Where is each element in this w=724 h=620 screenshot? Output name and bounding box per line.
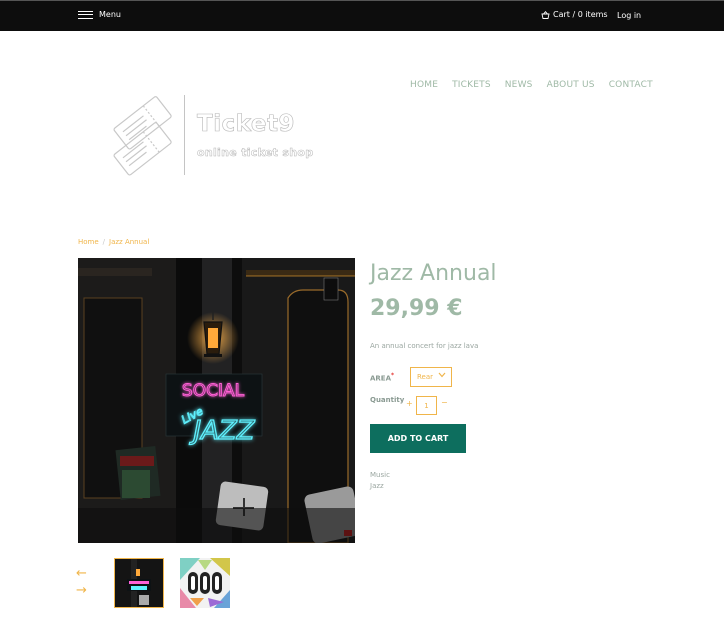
logo-title: Ticket9 — [197, 111, 295, 138]
thumbnail-neon-image — [115, 559, 163, 607]
ticket-logo-icon — [113, 96, 172, 176]
logo-divider — [184, 95, 185, 175]
gallery-next-arrow-icon[interactable]: → — [76, 584, 87, 597]
area-label: AREA* — [370, 373, 394, 382]
breadcrumb-home[interactable]: Home — [78, 238, 99, 246]
menu-label: Menu — [99, 10, 121, 19]
quantity-decrease-button[interactable]: − — [441, 398, 448, 407]
product-image[interactable]: SOCIAL Live JAZZ — [78, 258, 355, 543]
tag-jazz[interactable]: Jazz — [370, 481, 390, 492]
nav-about-us[interactable]: ABOUT US — [547, 80, 595, 90]
neon-sign-photo: SOCIAL Live JAZZ — [78, 258, 355, 543]
nav-tickets[interactable]: TICKETS — [452, 80, 491, 90]
product-description: An annual concert for jazz lava — [370, 342, 479, 350]
main-nav: HOME TICKETS NEWS ABOUT US CONTACT — [410, 80, 653, 90]
thumbnail-pattern-image — [180, 558, 230, 608]
gallery-prev-arrow-icon[interactable]: ← — [76, 567, 87, 580]
product-tags: Music Jazz — [370, 470, 390, 492]
area-label-text: AREA — [370, 374, 392, 383]
cart-link[interactable]: Cart / 0 items — [541, 10, 608, 19]
cart-label: Cart / 0 items — [553, 10, 608, 19]
neon-text-social: SOCIAL — [182, 381, 245, 401]
nav-contact[interactable]: CONTACT — [609, 80, 653, 90]
quantity-input[interactable]: 1 — [416, 396, 437, 415]
area-select-value: Rear — [417, 373, 434, 381]
hamburger-icon — [78, 10, 93, 19]
add-to-cart-button[interactable]: ADD TO CART — [370, 424, 466, 453]
breadcrumb: Home / Jazz Annual — [78, 238, 149, 246]
gallery-thumbnail-1[interactable] — [114, 558, 164, 608]
product-price: 29,99 € — [370, 296, 463, 321]
gallery-arrows: ← → — [76, 567, 87, 597]
site-logo[interactable]: Ticket9 online ticket shop — [104, 93, 324, 179]
top-bar: Menu Cart / 0 items Log in — [0, 0, 724, 31]
nav-home[interactable]: HOME — [410, 80, 438, 90]
gallery-thumbnail-2[interactable] — [180, 558, 230, 608]
basket-icon — [541, 10, 550, 19]
chevron-down-icon — [438, 372, 446, 378]
breadcrumb-separator: / — [102, 238, 106, 246]
product-title: Jazz Annual — [370, 261, 497, 286]
login-link[interactable]: Log in — [617, 11, 641, 20]
quantity-label: Quantity — [370, 396, 405, 404]
logo-subtitle: online ticket shop — [197, 146, 314, 160]
required-marker: * — [391, 373, 395, 379]
nav-news[interactable]: NEWS — [505, 80, 533, 90]
neon-text-jazz: JAZZ — [188, 416, 255, 446]
area-select[interactable]: Rear — [410, 367, 452, 387]
tag-music[interactable]: Music — [370, 470, 390, 481]
breadcrumb-current: Jazz Annual — [109, 238, 150, 246]
menu-button[interactable]: Menu — [78, 10, 121, 19]
quantity-increase-button[interactable]: + — [406, 399, 413, 408]
